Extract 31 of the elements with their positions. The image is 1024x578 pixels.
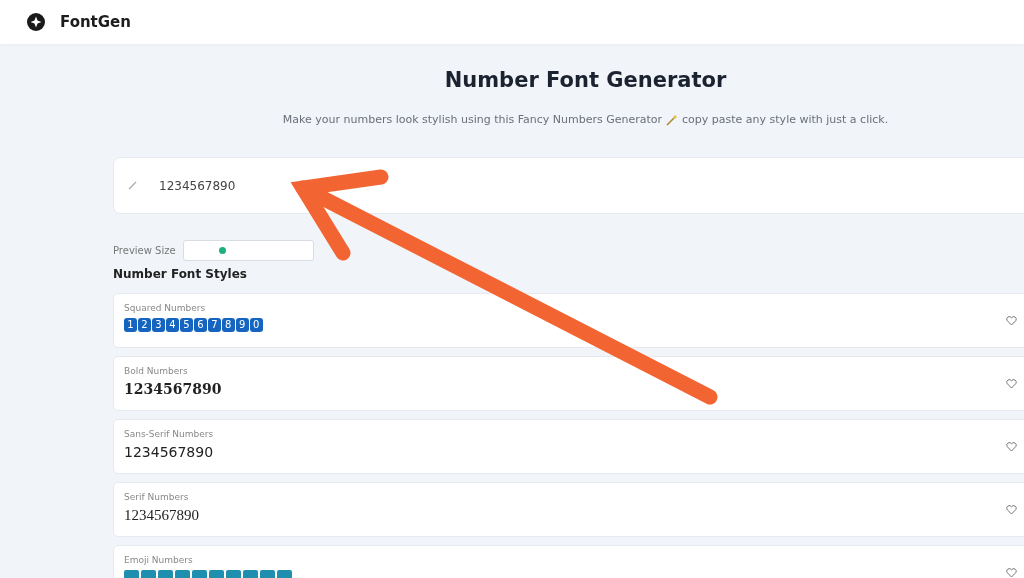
subtitle-text: copy paste any style with just a click.	[682, 113, 889, 126]
slider-thumb[interactable]	[219, 247, 227, 254]
style-label: Squared Numbers	[124, 303, 207, 313]
brand-name[interactable]: FontGen	[60, 13, 131, 31]
magic-wand-icon	[666, 113, 679, 126]
style-label: Sans-Serif Numbers	[124, 429, 214, 439]
section-heading: Number Font Styles	[113, 267, 248, 281]
style-card[interactable]: Squared Numbers 1 2 3 4 5 6 7 8 9 0	[113, 293, 1024, 348]
heart-icon[interactable]	[1006, 441, 1017, 452]
page-title: Number Font Generator	[443, 68, 728, 94]
style-card[interactable]: Sans-Serif Numbers 1234567890	[113, 419, 1024, 474]
subtitle-text: Make your numbers look stylish using this Fancy Numbers Generator	[282, 113, 663, 126]
pencil-icon	[128, 181, 137, 190]
heart-icon[interactable]	[1006, 315, 1017, 326]
style-label: Emoji Numbers	[124, 555, 194, 565]
number-input-field[interactable]: 1234567890	[113, 157, 1024, 214]
style-label: Bold Numbers	[124, 366, 189, 376]
logo-icon	[27, 13, 45, 31]
sans-serif-sample: 1234567890	[124, 444, 214, 460]
squared-sample: 1 2 3 4 5 6 7 8 9 0	[124, 318, 263, 332]
style-card[interactable]: Serif Numbers 1234567890	[113, 482, 1024, 537]
preview-size-slider[interactable]	[182, 240, 314, 261]
serif-sample: 1234567890	[124, 507, 199, 524]
style-card[interactable]: Bold Numbers 1234567890	[113, 356, 1024, 411]
bold-sample: 1234567890	[124, 381, 222, 397]
preview-size-label: Preview Size	[113, 245, 176, 256]
heart-icon[interactable]	[1006, 504, 1017, 515]
heart-icon[interactable]	[1006, 378, 1017, 389]
heart-icon[interactable]	[1006, 567, 1017, 578]
style-card[interactable]: Emoji Numbers	[113, 545, 1024, 578]
style-label: Serif Numbers	[124, 492, 190, 502]
